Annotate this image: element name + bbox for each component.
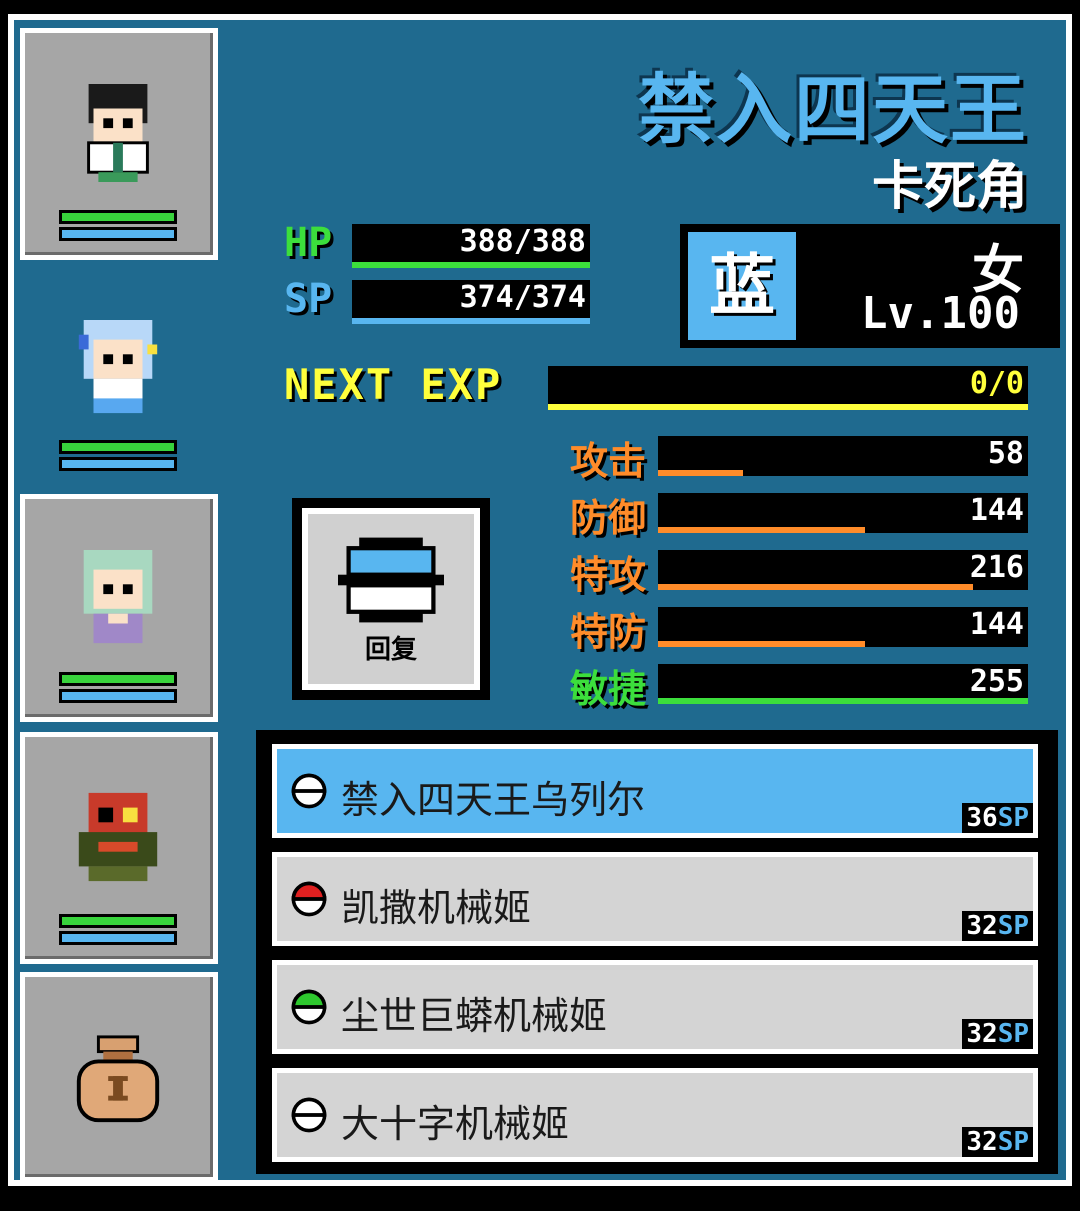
sp-fill xyxy=(352,318,590,324)
party-slot-1[interactable] xyxy=(20,28,218,260)
move-name: 大十字机械姬 xyxy=(341,1102,570,1146)
party-slot-3[interactable] xyxy=(20,494,218,722)
move-item[interactable]: 凯撒机械姬 32SP xyxy=(272,852,1038,946)
stat-label: 攻击 xyxy=(570,439,647,483)
sp-bar: 374/374 xyxy=(352,280,590,324)
move-ball-icon xyxy=(291,989,327,1025)
hp-label: HP xyxy=(284,220,333,266)
stat-value: 216 xyxy=(969,550,1024,585)
hp-bar: 388/388 xyxy=(352,224,590,268)
stat-label: 敏捷 xyxy=(570,667,647,711)
move-name: 禁入四天王乌列尔 xyxy=(341,778,646,822)
party-slot-2[interactable] xyxy=(20,270,218,490)
party-sidebar xyxy=(14,20,236,1182)
move-cost: 32SP xyxy=(962,1019,1033,1049)
hp-value: 388/388 xyxy=(459,224,586,259)
move-item[interactable]: 尘世巨蟒机械姬 32SP xyxy=(272,960,1038,1054)
move-cost-unit: SP xyxy=(997,911,1029,941)
stat-bar: 255 xyxy=(658,664,1028,704)
stat-label: 特攻 xyxy=(570,553,647,597)
ball-blue-icon xyxy=(338,537,444,623)
item-bag-icon xyxy=(76,1035,160,1123)
move-list: 禁入四天王乌列尔 36SP 凯撒机械姬 32SP 尘世巨蟒机械姬 32SP 大十字机械姬 32… xyxy=(256,730,1058,1174)
move-cost-unit: SP xyxy=(997,1019,1029,1049)
move-ball-icon xyxy=(291,881,327,917)
next-exp-label: NEXT EXP xyxy=(284,360,503,409)
red-creature-sprite-icon xyxy=(78,792,158,882)
move-cost-unit: SP xyxy=(997,1127,1029,1157)
boy-sprite-icon xyxy=(87,84,149,182)
type-level-panel: 蓝 女 Lv.100 xyxy=(680,224,1060,348)
stat-fill xyxy=(658,470,744,476)
exp-fill xyxy=(548,404,1028,410)
move-name: 尘世巨蟒机械姬 xyxy=(341,994,608,1038)
stat-bar: 58 xyxy=(658,436,1028,476)
party-slot-4[interactable] xyxy=(20,732,218,964)
exp-bar: 0/0 xyxy=(548,366,1028,410)
sp-value: 374/374 xyxy=(459,280,586,315)
move-cost: 32SP xyxy=(962,911,1033,941)
type-badge: 蓝 xyxy=(688,232,796,340)
stat-bar: 144 xyxy=(658,493,1028,533)
stat-value: 58 xyxy=(987,436,1024,471)
heal-skill-label: 回复 xyxy=(364,635,417,665)
move-item[interactable]: 禁入四天王乌列尔 36SP xyxy=(272,744,1038,838)
level-label: Lv.100 xyxy=(861,288,1020,339)
exp-value: 0/0 xyxy=(969,366,1024,401)
stat-value: 144 xyxy=(969,607,1024,642)
move-cost: 36SP xyxy=(962,803,1033,833)
move-cost: 32SP xyxy=(962,1127,1033,1157)
stat-label: 防御 xyxy=(570,496,647,540)
character-title: 禁入四天王 xyxy=(638,65,1028,154)
hp-fill xyxy=(352,262,590,268)
move-ball-icon xyxy=(291,1097,327,1133)
item-bag-slot[interactable] xyxy=(20,972,218,1182)
move-cost-unit: SP xyxy=(997,803,1029,833)
stat-fill xyxy=(658,641,866,647)
move-item[interactable]: 大十字机械姬 32SP xyxy=(272,1068,1038,1162)
sp-label: SP xyxy=(284,276,333,322)
stat-value: 255 xyxy=(969,664,1024,699)
character-subtitle: 卡死角 xyxy=(871,157,1028,217)
move-ball-icon xyxy=(291,773,327,809)
girl-blue-hair-sprite-icon xyxy=(78,320,158,414)
heal-skill-button[interactable]: 回复 xyxy=(292,498,490,700)
stat-label: 特防 xyxy=(570,610,647,654)
stat-fill xyxy=(658,527,866,533)
stat-bar: 216 xyxy=(658,550,1028,590)
stat-fill xyxy=(658,698,1028,704)
stat-value: 144 xyxy=(969,493,1024,528)
stat-bar: 144 xyxy=(658,607,1028,647)
girl-green-hair-sprite-icon xyxy=(83,550,153,644)
move-name: 凯撒机械姬 xyxy=(341,886,532,930)
stat-fill xyxy=(658,584,973,590)
